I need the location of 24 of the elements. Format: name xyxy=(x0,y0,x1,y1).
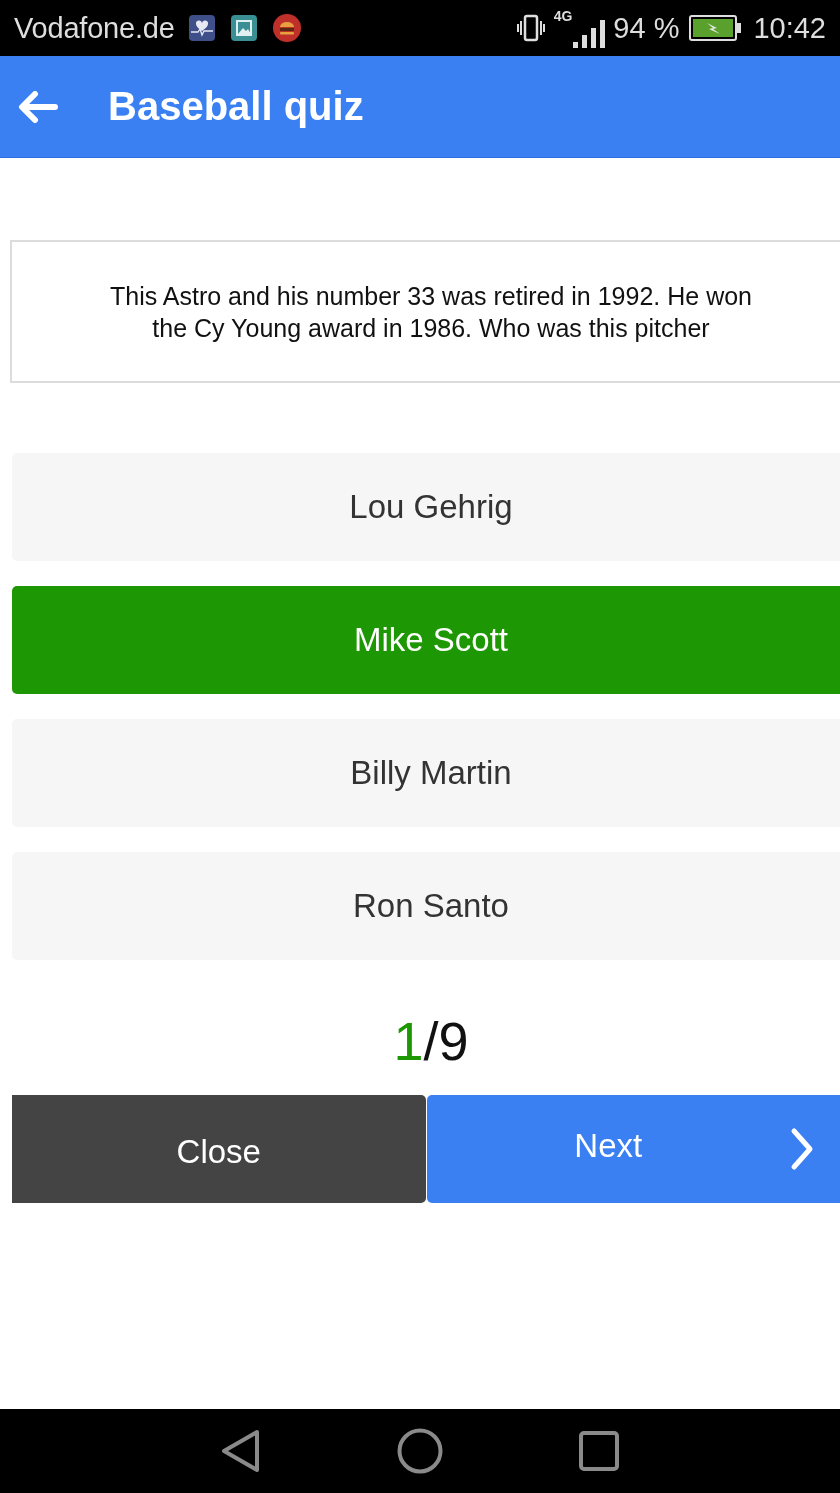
signal-icon xyxy=(573,20,606,48)
battery-percent: 94 % xyxy=(613,11,680,45)
next-button[interactable]: Next xyxy=(426,1095,840,1203)
heart-pulse-icon xyxy=(188,15,215,41)
answer-option[interactable]: Ron Santo xyxy=(12,852,840,960)
answer-option[interactable]: Lou Gehrig xyxy=(12,453,840,561)
vibrate-icon xyxy=(515,13,546,43)
chevron-right-icon xyxy=(790,1127,814,1171)
answer-option[interactable]: Mike Scott xyxy=(12,586,840,694)
question-text: This Astro and his number 33 was retired in 1992. He won the Cy Young award in 1986. Who was this pitcher xyxy=(109,280,753,344)
question-counter: 1/9 xyxy=(393,1010,469,1073)
network-type: 4G xyxy=(553,8,573,24)
home-icon[interactable] xyxy=(397,1428,443,1474)
close-button[interactable]: Close xyxy=(12,1095,426,1203)
burger-icon xyxy=(272,14,301,42)
image-icon xyxy=(230,15,257,41)
screen-title: Baseball quiz xyxy=(108,84,364,129)
clock-time: 10:42 xyxy=(753,11,826,45)
back-arrow-icon[interactable] xyxy=(18,90,58,123)
back-icon[interactable] xyxy=(221,1429,261,1473)
carrier-name: Vodafone.de xyxy=(14,11,175,45)
answer-option[interactable]: Billy Martin xyxy=(12,719,840,827)
battery-charging-icon xyxy=(689,15,742,41)
recent-apps-icon[interactable] xyxy=(579,1431,619,1471)
